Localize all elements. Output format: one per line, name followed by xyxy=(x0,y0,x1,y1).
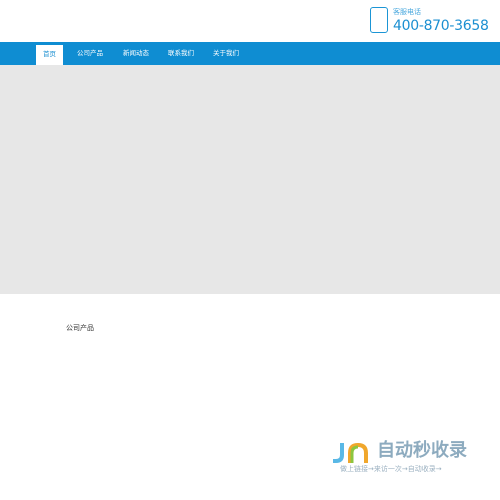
watermark-title: 自动秒收录 xyxy=(377,440,467,461)
nav-item-home[interactable]: 首页 xyxy=(36,45,63,65)
site-header: 客服电话 400-870-3658 xyxy=(0,0,500,42)
nav-item-about[interactable]: 关于我们 xyxy=(208,42,244,65)
page: 客服电话 400-870-3658 首页 公司产品 新闻动态 联系我们 关于我们… xyxy=(0,0,500,500)
nav-item-news[interactable]: 新闻动态 xyxy=(118,42,154,65)
hero-banner xyxy=(0,65,500,294)
section-title-products: 公司产品 xyxy=(66,324,94,332)
watermark: 自动秒收录 做上链接→来访一次→自动收录→ xyxy=(331,440,481,476)
watermark-subtitle: 做上链接→来访一次→自动收录→ xyxy=(340,465,442,473)
phone-icon xyxy=(370,7,388,33)
main-nav: 首页 公司产品 新闻动态 联系我们 关于我们 xyxy=(0,42,500,65)
watermark-logo-icon xyxy=(333,443,368,463)
nav-item-products[interactable]: 公司产品 xyxy=(72,42,108,65)
nav-item-contact[interactable]: 联系我们 xyxy=(163,42,199,65)
phone-number: 400-870-3658 xyxy=(393,18,489,34)
phone-label: 客服电话 xyxy=(393,8,421,16)
